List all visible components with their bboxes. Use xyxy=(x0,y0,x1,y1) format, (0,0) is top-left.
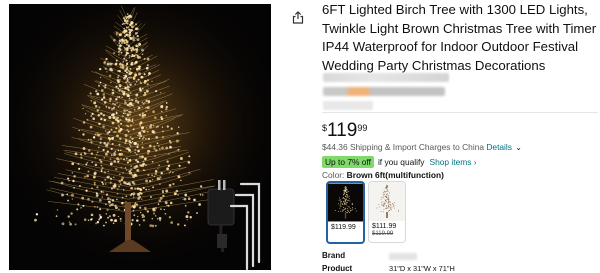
color-swatch-option[interactable]: $111.99 $119.99 xyxy=(368,181,406,243)
divider xyxy=(322,112,598,113)
redacted-store-link xyxy=(323,73,449,82)
color-label: Color: xyxy=(322,170,345,180)
promo-text: if you qualify xyxy=(377,157,425,167)
product-price: $ 119 99 xyxy=(322,120,367,142)
chevron-down-icon[interactable]: ⌄ xyxy=(515,143,522,152)
share-button[interactable] xyxy=(290,9,306,25)
color-selection-label: Color: Brown 6ft(multifunction) xyxy=(322,170,444,180)
redacted-rating xyxy=(323,87,445,96)
spec-product-value: 31"D x 31"W x 71"H xyxy=(389,264,455,273)
spec-brand-label: Brand xyxy=(322,251,346,260)
spec-product-label: Product xyxy=(322,264,353,273)
shop-items-link[interactable]: Shop items › xyxy=(430,157,477,167)
swatch-price: $111.99 xyxy=(372,223,397,230)
promo-row: Up to 7% off if you qualify Shop items › xyxy=(322,156,477,168)
shipping-info: $44.36 Shipping & Import Charges to Chin… xyxy=(322,142,522,152)
color-value: Brown 6ft(multifunction) xyxy=(346,170,444,180)
product-title: 6FT Lighted Birch Tree with 1300 LED Lig… xyxy=(322,2,597,73)
redacted-brand-value xyxy=(389,253,417,260)
color-swatch-selected[interactable]: $119.99 xyxy=(326,181,365,244)
swatch-price: $119.99 xyxy=(331,224,356,231)
shipping-text: $44.36 Shipping & Import Charges to Chin… xyxy=(322,142,485,152)
swatch-tree-light-thumbnail xyxy=(369,182,405,221)
price-whole: 119 xyxy=(327,120,358,141)
promo-badge: Up to 7% off xyxy=(322,156,374,168)
redacted-bought-count xyxy=(323,101,373,110)
share-icon xyxy=(292,10,304,24)
price-fraction: 99 xyxy=(357,123,368,133)
swatch-old-price: $119.99 xyxy=(372,231,394,237)
tree-lights-photo xyxy=(9,4,271,270)
swatch-tree-dark-thumbnail xyxy=(328,183,363,222)
product-main-image[interactable] xyxy=(9,4,271,270)
shipping-details-link[interactable]: Details xyxy=(486,142,512,152)
